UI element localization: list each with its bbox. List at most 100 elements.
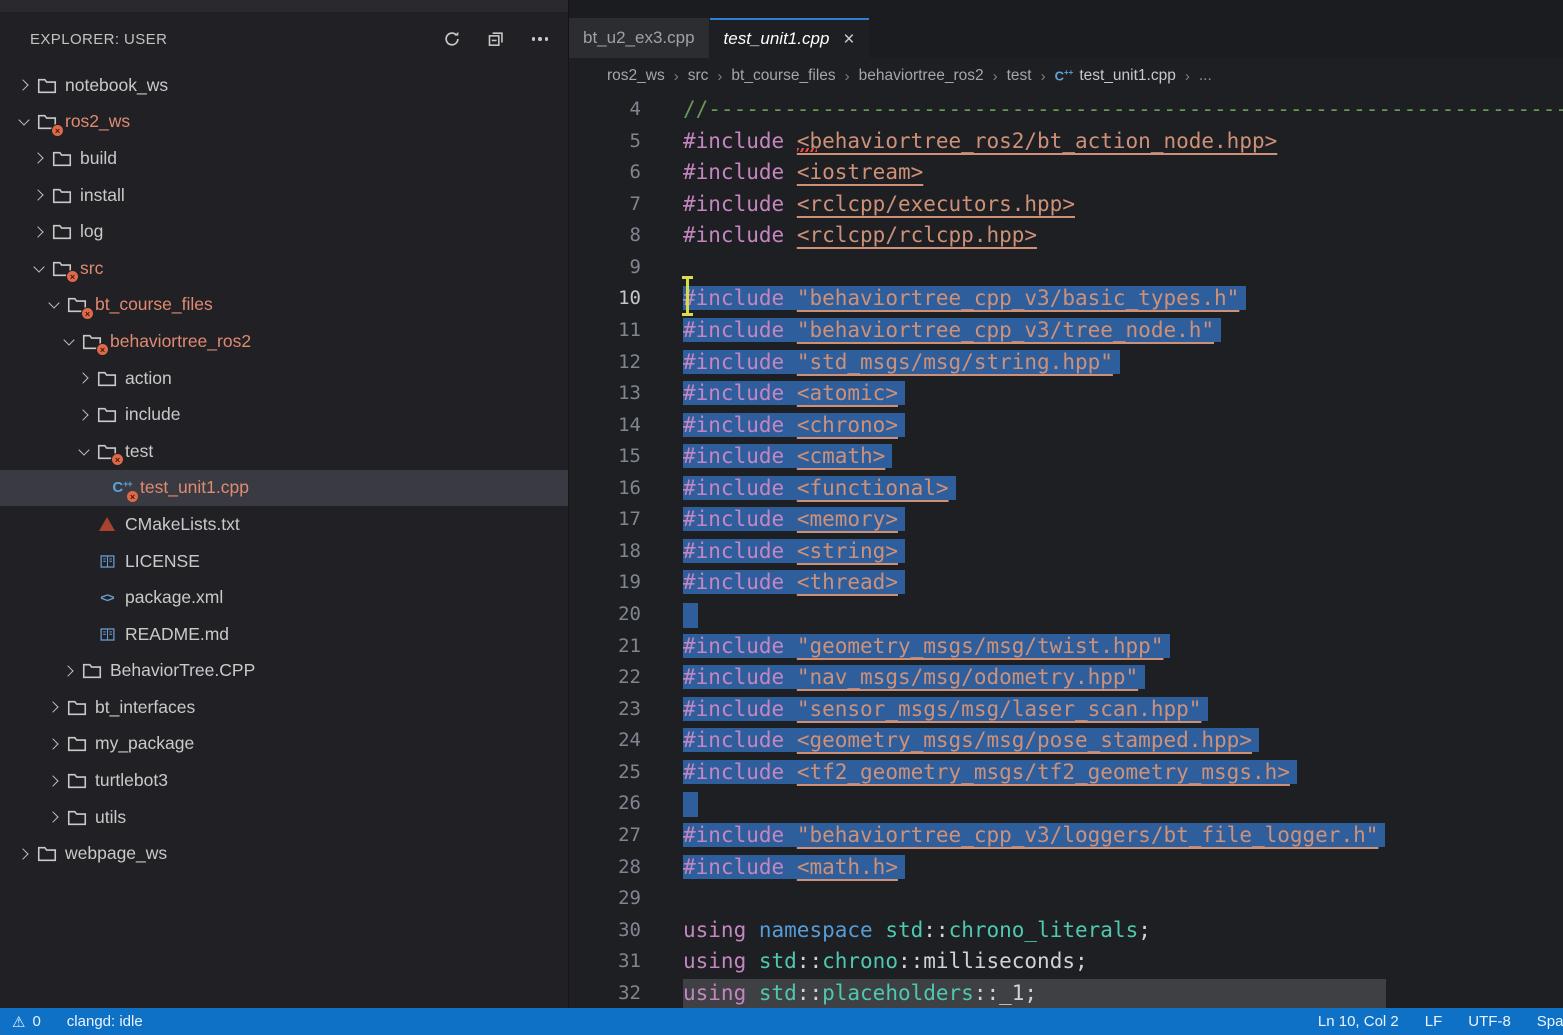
code-line-16[interactable]: 16#include <functional> bbox=[569, 473, 1563, 505]
breadcrumb-item-test-unit1-cpp[interactable]: C++test_unit1.cpp bbox=[1055, 67, 1176, 85]
status-item-spac[interactable]: Spac bbox=[1537, 1013, 1563, 1030]
sidebar-item-utils[interactable]: utils bbox=[0, 799, 568, 836]
line-number[interactable]: 25 bbox=[569, 757, 641, 789]
sidebar-item-behaviortree-ros2[interactable]: ×behaviortree_ros2 bbox=[0, 323, 568, 360]
code-line-28[interactable]: 28#include <math.h> bbox=[569, 852, 1563, 884]
code-line-23[interactable]: 23#include "sensor_msgs/msg/laser_scan.h… bbox=[569, 694, 1563, 726]
code-line-5[interactable]: 5#include <behaviortree_ros2/bt_action_n… bbox=[569, 126, 1563, 158]
sidebar-item-include[interactable]: include bbox=[0, 396, 568, 433]
sidebar-item-readme-md[interactable]: README.md bbox=[0, 616, 568, 653]
collapse-all-icon[interactable] bbox=[486, 29, 506, 49]
sidebar-item-cmakelists-txt[interactable]: CMakeLists.txt bbox=[0, 506, 568, 543]
tab-bt-u2-ex3-cpp[interactable]: bt_u2_ex3.cpp bbox=[569, 18, 709, 58]
code-line-19[interactable]: 19 #include <thread> bbox=[569, 567, 1563, 599]
sidebar-item-bt-interfaces[interactable]: bt_interfaces bbox=[0, 689, 568, 726]
code-line-13[interactable]: 13#include <atomic> bbox=[569, 378, 1563, 410]
breadcrumb-item-behaviortree-ros2[interactable]: behaviortree_ros2 bbox=[859, 67, 984, 85]
line-number[interactable]: 13 bbox=[569, 378, 641, 410]
breadcrumb-item-ros2-ws[interactable]: ros2_ws bbox=[607, 67, 665, 85]
code-line-21[interactable]: 21#include "geometry_msgs/msg/twist.hpp" bbox=[569, 631, 1563, 663]
sidebar-item-test-unit1-cpp[interactable]: C++×test_unit1.cpp bbox=[0, 470, 568, 507]
close-icon[interactable]: × bbox=[843, 30, 854, 49]
line-number[interactable]: 18 bbox=[569, 536, 641, 568]
selection-highlight: #include <thread> bbox=[683, 570, 905, 594]
line-number[interactable]: 26 bbox=[569, 788, 641, 820]
more-actions-icon[interactable] bbox=[530, 29, 550, 49]
line-number[interactable]: 28 bbox=[569, 852, 641, 884]
code-line-9[interactable]: 9 bbox=[569, 252, 1563, 284]
breadcrumb-item-src[interactable]: src bbox=[688, 67, 709, 85]
line-number[interactable]: 24 bbox=[569, 725, 641, 757]
code-line-29[interactable]: 29 bbox=[569, 883, 1563, 915]
breadcrumb-item-test[interactable]: test bbox=[1007, 67, 1032, 85]
line-number[interactable]: 23 bbox=[569, 694, 641, 726]
code-line-17[interactable]: 17#include <memory> bbox=[569, 504, 1563, 536]
code-line-15[interactable]: 15#include <cmath> bbox=[569, 441, 1563, 473]
line-number[interactable]: 7 bbox=[569, 189, 641, 221]
line-number[interactable]: 22 bbox=[569, 662, 641, 694]
sidebar-item-behaviortree-cpp[interactable]: BehaviorTree.CPP bbox=[0, 653, 568, 690]
line-number[interactable]: 20 bbox=[569, 599, 641, 631]
sidebar-item-test[interactable]: ×test bbox=[0, 433, 568, 470]
code-line-18[interactable]: 18#include <string> bbox=[569, 536, 1563, 568]
status-item-lf[interactable]: LF bbox=[1425, 1013, 1443, 1030]
sidebar-item-my-package[interactable]: my_package bbox=[0, 726, 568, 763]
code-line-6[interactable]: 6#include <iostream> bbox=[569, 157, 1563, 189]
breadcrumb-item-bt-course-files[interactable]: bt_course_files bbox=[731, 67, 835, 85]
sidebar-item-license[interactable]: LICENSE bbox=[0, 543, 568, 580]
line-number[interactable]: 27 bbox=[569, 820, 641, 852]
line-number[interactable]: 12 bbox=[569, 347, 641, 379]
line-number[interactable]: 6 bbox=[569, 157, 641, 189]
code-line-32[interactable]: 32using std::placeholders::_1; bbox=[569, 978, 1563, 1008]
line-number[interactable]: 8 bbox=[569, 220, 641, 252]
breadcrumb-overflow[interactable]: ... bbox=[1199, 67, 1212, 85]
line-number[interactable]: 29 bbox=[569, 883, 641, 915]
sidebar-item-install[interactable]: install bbox=[0, 177, 568, 214]
code-line-10[interactable]: 10#include "behaviortree_cpp_v3/basic_ty… bbox=[569, 283, 1563, 315]
sidebar-item-log[interactable]: log bbox=[0, 213, 568, 250]
line-number[interactable]: 4 bbox=[569, 94, 641, 126]
code-line-24[interactable]: 24#include <geometry_msgs/msg/pose_stamp… bbox=[569, 725, 1563, 757]
status-item-0[interactable]: ⚠0 bbox=[12, 1013, 41, 1031]
line-number[interactable]: 21 bbox=[569, 631, 641, 663]
sidebar-item-turtlebot3[interactable]: turtlebot3 bbox=[0, 762, 568, 799]
sidebar-item-webpage-ws[interactable]: webpage_ws bbox=[0, 835, 568, 872]
line-number[interactable]: 11 bbox=[569, 315, 641, 347]
sidebar-item-action[interactable]: action bbox=[0, 360, 568, 397]
sidebar-item-package-xml[interactable]: <>package.xml bbox=[0, 579, 568, 616]
line-number[interactable]: 9 bbox=[569, 252, 641, 284]
line-number[interactable]: 31 bbox=[569, 946, 641, 978]
sidebar-item-ros2-ws[interactable]: ×ros2_ws bbox=[0, 104, 568, 141]
code-line-7[interactable]: 7#include <rclcpp/executors.hpp> bbox=[569, 189, 1563, 221]
status-item-ln-10-col-2[interactable]: Ln 10, Col 2 bbox=[1318, 1013, 1399, 1030]
sidebar-item-src[interactable]: ×src bbox=[0, 250, 568, 287]
sidebar-item-bt-course-files[interactable]: ×bt_course_files bbox=[0, 287, 568, 324]
code-line-26[interactable]: 26 bbox=[569, 788, 1563, 820]
sidebar-item-notebook-ws[interactable]: notebook_ws bbox=[0, 67, 568, 104]
line-number[interactable]: 5 bbox=[569, 126, 641, 158]
status-item-clangd-idle[interactable]: clangd: idle bbox=[67, 1013, 143, 1030]
line-number[interactable]: 15 bbox=[569, 441, 641, 473]
code-line-8[interactable]: 8#include <rclcpp/rclcpp.hpp> bbox=[569, 220, 1563, 252]
code-line-27[interactable]: 27#include "behaviortree_cpp_v3/loggers/… bbox=[569, 820, 1563, 852]
line-number[interactable]: 19 bbox=[569, 567, 641, 599]
code-line-4[interactable]: 4//-------------------------------------… bbox=[569, 94, 1563, 126]
refresh-icon[interactable] bbox=[442, 29, 462, 49]
code-line-25[interactable]: 25#include <tf2_geometry_msgs/tf2_geomet… bbox=[569, 757, 1563, 789]
line-number[interactable]: 10 bbox=[569, 283, 641, 315]
line-number[interactable]: 30 bbox=[569, 915, 641, 947]
code-line-30[interactable]: 30using namespace std::chrono_literals; bbox=[569, 915, 1563, 947]
sidebar-item-build[interactable]: build bbox=[0, 140, 568, 177]
line-number[interactable]: 16 bbox=[569, 473, 641, 505]
line-number[interactable]: 32 bbox=[569, 978, 641, 1008]
tab-test-unit1-cpp[interactable]: test_unit1.cpp× bbox=[710, 18, 869, 58]
code-line-31[interactable]: 31using std::chrono::milliseconds; bbox=[569, 946, 1563, 978]
code-line-20[interactable]: 20 bbox=[569, 599, 1563, 631]
line-number[interactable]: 14 bbox=[569, 410, 641, 442]
code-line-11[interactable]: 11#include "behaviortree_cpp_v3/tree_nod… bbox=[569, 315, 1563, 347]
status-item-utf-8[interactable]: UTF-8 bbox=[1468, 1013, 1511, 1030]
code-line-14[interactable]: 14#include <chrono> bbox=[569, 410, 1563, 442]
line-number[interactable]: 17 bbox=[569, 504, 641, 536]
code-line-12[interactable]: 12#include "std_msgs/msg/string.hpp" bbox=[569, 347, 1563, 379]
code-line-22[interactable]: 22#include "nav_msgs/msg/odometry.hpp" bbox=[569, 662, 1563, 694]
